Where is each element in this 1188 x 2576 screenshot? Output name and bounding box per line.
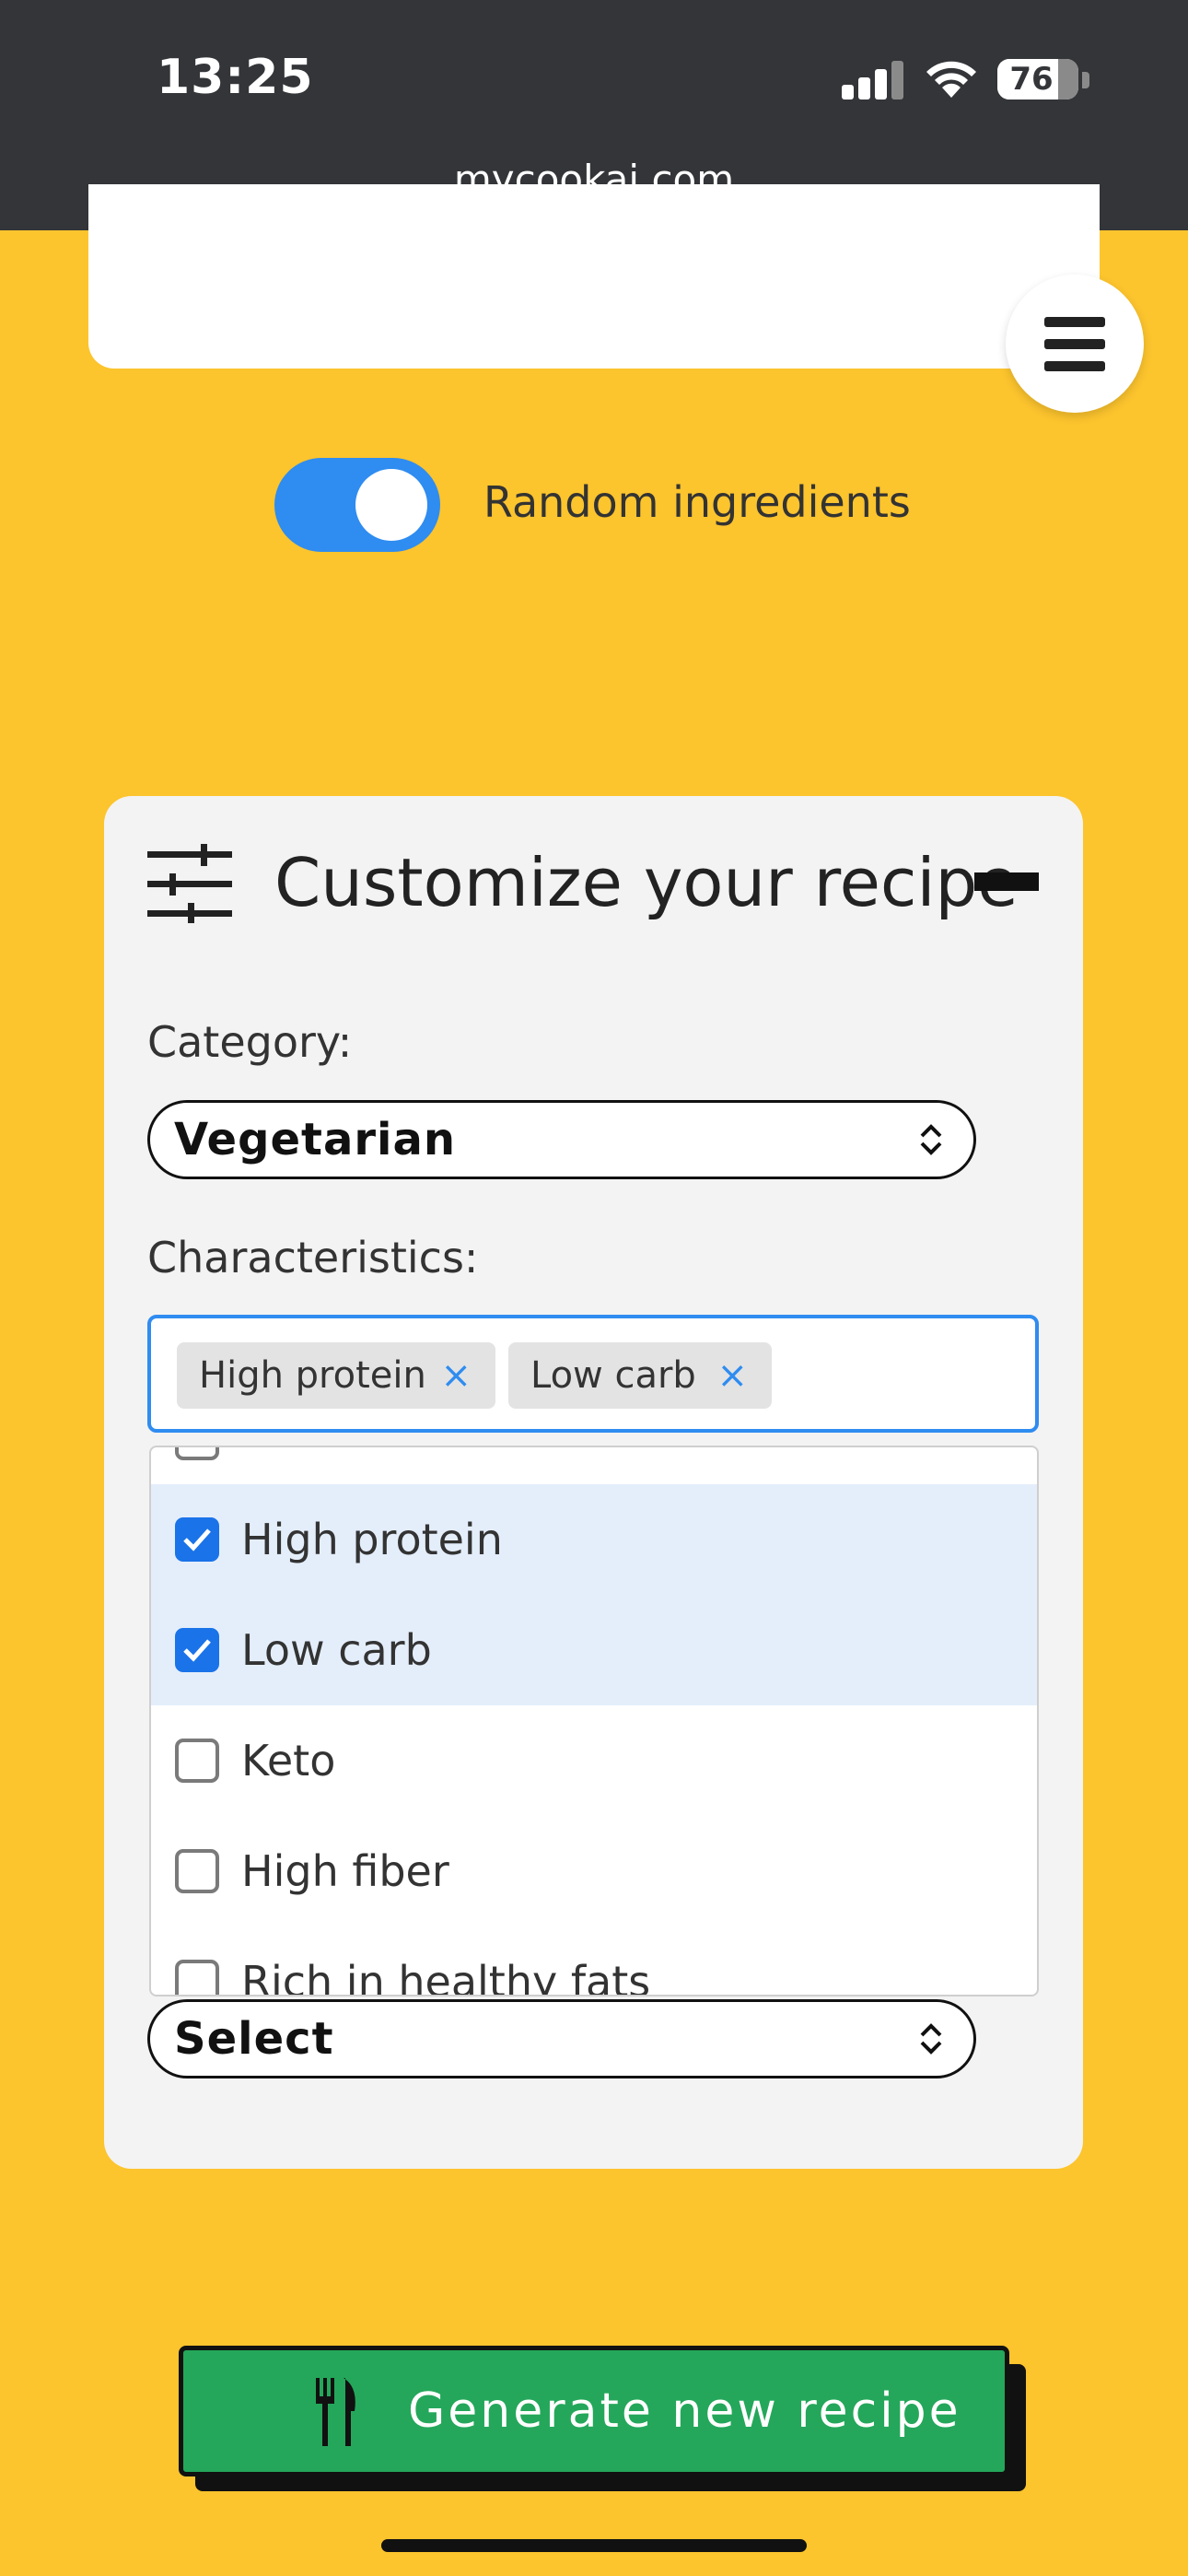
category-value: Vegetarian bbox=[174, 1114, 457, 1165]
clock: 13:25 bbox=[157, 50, 314, 105]
hamburger-menu-icon bbox=[1044, 317, 1105, 327]
hamburger-menu-icon-bar bbox=[1044, 339, 1105, 349]
checkbox[interactable] bbox=[175, 1628, 219, 1672]
characteristics-label: Characteristics: bbox=[147, 1233, 479, 1282]
checkbox[interactable] bbox=[175, 1517, 219, 1562]
fork-knife-icon bbox=[316, 2378, 355, 2446]
checkbox[interactable] bbox=[175, 1960, 219, 1995]
checkbox[interactable] bbox=[175, 1739, 219, 1783]
generate-recipe-button[interactable]: Generate new recipe bbox=[179, 2346, 1009, 2476]
menu-button[interactable] bbox=[1006, 275, 1144, 413]
close-icon[interactable]: × bbox=[716, 1342, 748, 1409]
select-value: Select bbox=[174, 2013, 334, 2065]
option-healthy-fats[interactable]: Rich in healthy fats bbox=[151, 1926, 1037, 1996]
tag-high-protein: High protein × bbox=[177, 1342, 495, 1409]
tag-label: High protein bbox=[199, 1354, 426, 1397]
chevron-up-down-icon bbox=[920, 1124, 942, 1155]
option-label: Keto bbox=[241, 1736, 336, 1786]
select-dropdown[interactable]: Select bbox=[147, 1999, 976, 2078]
characteristics-dropdown[interactable]: High protein Low carb Keto High fiber Ri… bbox=[149, 1446, 1039, 1996]
tag-low-carb: Low carb × bbox=[508, 1342, 772, 1409]
checkbox[interactable] bbox=[175, 1447, 219, 1460]
option-high-fiber[interactable]: High fiber bbox=[151, 1816, 1037, 1926]
random-ingredients-label: Random ingredients bbox=[483, 477, 911, 527]
option-keto[interactable]: Keto bbox=[151, 1705, 1037, 1816]
checkmark-icon bbox=[183, 1639, 211, 1662]
option-high-protein[interactable]: High protein bbox=[151, 1484, 1037, 1595]
checkmark-icon bbox=[183, 1528, 211, 1551]
close-icon[interactable]: × bbox=[440, 1342, 472, 1409]
sliders-icon bbox=[147, 844, 232, 923]
category-label: Category: bbox=[147, 1017, 353, 1067]
option-label: High fiber bbox=[241, 1846, 449, 1896]
option-label: Low carb bbox=[241, 1625, 432, 1675]
wifi-icon bbox=[926, 61, 976, 98]
battery-cap bbox=[1082, 72, 1089, 88]
hamburger-menu-icon-bar bbox=[1044, 361, 1105, 371]
checkbox[interactable] bbox=[175, 1849, 219, 1893]
customize-title: Customize your recipe bbox=[274, 844, 1019, 921]
minus-icon[interactable] bbox=[974, 872, 1039, 891]
option-low-carb[interactable]: Low carb bbox=[151, 1595, 1037, 1705]
toggle-knob bbox=[355, 469, 427, 541]
cellular-signal-icon bbox=[842, 61, 903, 100]
tag-label: Low carb bbox=[530, 1354, 696, 1397]
battery-level: 76 bbox=[1009, 61, 1054, 98]
random-ingredients-toggle[interactable] bbox=[274, 458, 440, 552]
chevron-up-down-icon bbox=[920, 2023, 942, 2055]
option-label: High protein bbox=[241, 1515, 503, 1564]
characteristics-multiselect[interactable]: High protein × Low carb × bbox=[147, 1315, 1039, 1433]
battery-icon: 76 bbox=[997, 59, 1078, 100]
option-label: Rich in healthy fats bbox=[241, 1957, 651, 1996]
home-indicator bbox=[381, 2539, 807, 2552]
ingredients-card bbox=[88, 184, 1100, 369]
generate-label: Generate new recipe bbox=[408, 2383, 961, 2439]
category-select[interactable]: Vegetarian bbox=[147, 1100, 976, 1179]
